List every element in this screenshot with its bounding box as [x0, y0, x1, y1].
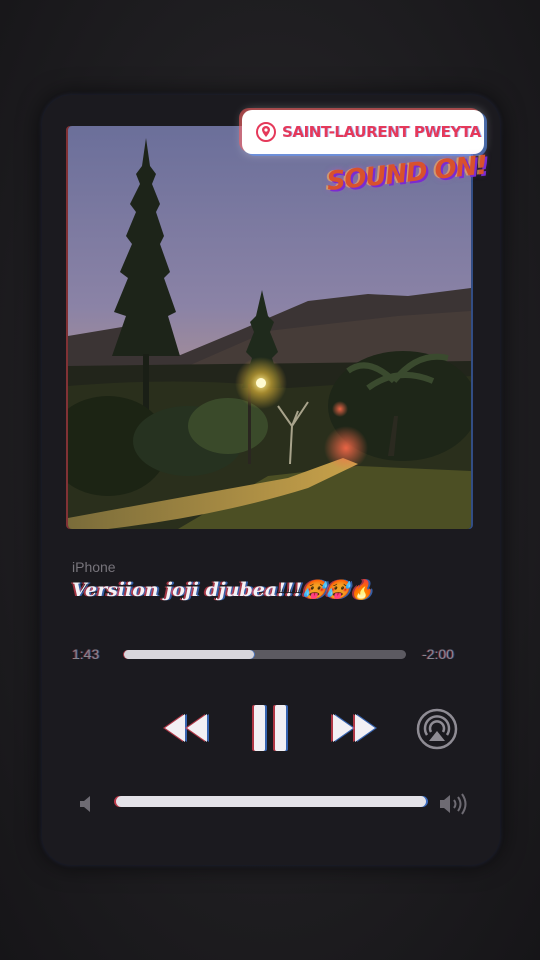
- output-device-label: iPhone: [72, 559, 116, 575]
- volume-high-icon: [440, 793, 467, 815]
- pause-icon: [254, 705, 286, 751]
- rewind-button[interactable]: [162, 712, 210, 744]
- remaining-time: -2:00: [422, 646, 454, 662]
- volume-min-button: [78, 794, 94, 814]
- volume-fill: [116, 796, 426, 807]
- fast-forward-button[interactable]: [330, 712, 378, 744]
- pause-button[interactable]: [252, 703, 288, 753]
- song-title: Versiion joji djubea!!!🥵🥵🔥: [72, 579, 374, 601]
- volume-max-button: [438, 792, 470, 816]
- elapsed-time: 1:43: [72, 646, 100, 662]
- airplay-icon: [416, 708, 458, 750]
- fast-forward-icon: [333, 714, 375, 742]
- location-pin-icon: [256, 122, 276, 142]
- location-sticker: SAINT-LAURENT PWEYTA: [242, 110, 484, 154]
- volume-slider[interactable]: [116, 796, 426, 807]
- progress-scrubber[interactable]: [124, 650, 406, 659]
- progress-fill: [124, 650, 254, 659]
- location-text: SAINT-LAURENT PWEYTA: [282, 123, 481, 141]
- rewind-icon: [165, 714, 207, 742]
- airplay-button[interactable]: [416, 708, 458, 750]
- volume-low-icon: [80, 796, 90, 812]
